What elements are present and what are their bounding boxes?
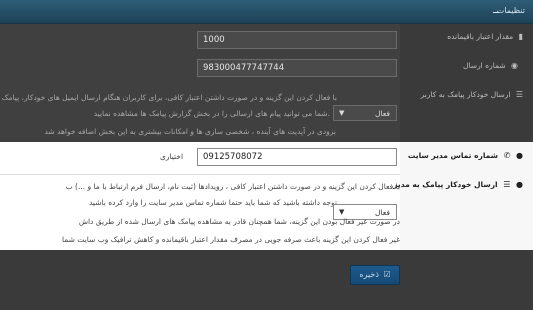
sidebar-item-admin-contact: شماره تماس مدیر سایت ✆ ● <box>408 151 523 160</box>
sidebar-item-sender-number: شماره ارسال ◉ <box>463 61 518 70</box>
user-sms-description-line-3: بزودی در آپدیت های آینده ، شخصی سازی ها … <box>44 127 336 136</box>
sidebar-item-credit: مقدار اعتبار باقیمانده ▮ <box>447 32 523 41</box>
phone-icon: ✆ <box>503 151 511 160</box>
bars-icon: ☰ <box>503 180 511 189</box>
admin-sms-select-value: فعال <box>375 208 390 217</box>
bars-icon: ☰ <box>515 90 523 99</box>
user-icon: ● <box>516 151 523 160</box>
auto-sms-admin-label: ارسال خودکار پیامک به مدیر <box>393 180 498 189</box>
signal-bars-icon: ▮ <box>518 32 523 41</box>
sidebar-item-auto-sms-admin: ارسال خودکار پیامک به مدیر ☰ ● <box>393 180 523 189</box>
admin-sms-section: شماره تماس مدیر سایت ✆ ● ارسال خودکار پی… <box>0 142 533 250</box>
auto-sms-user-label: ارسال خودکار پیامک به کاربر <box>420 90 511 99</box>
admin-phone-optional-label: اختیاری <box>160 152 184 161</box>
save-label: ذخیره <box>359 270 379 279</box>
admin-contact-label: شماره تماس مدیر سایت <box>407 151 499 160</box>
header-title: تنظیمات <box>496 6 525 15</box>
settings-header: تنظیمات <box>0 0 533 24</box>
upper-settings-section: مقدار اعتبار باقیمانده ▮ شماره ارسال ◉ ا… <box>0 24 533 142</box>
admin-sms-description-line-4: غیر فعال کردن این گزینه باعث صرفه جویی د… <box>62 235 400 244</box>
user-sms-select-value: فعال <box>375 109 390 118</box>
admin-sms-description-line-1: با فعال کردن این گزینه و در صورت داشتن ا… <box>65 182 400 191</box>
save-button[interactable]: ذخیره ☑ <box>350 265 400 285</box>
credit-input[interactable]: 1000 <box>197 31 397 49</box>
caret-down-icon: ▼ <box>339 208 345 216</box>
admin-sms-description-line-3: در صورت غیر فعال بودن این گزینه، شما همچ… <box>78 217 400 226</box>
section-divider <box>0 174 400 175</box>
user-sms-select[interactable]: فعال ▼ <box>333 105 397 121</box>
footer-area <box>0 250 533 310</box>
caret-down-icon: ▼ <box>339 109 345 117</box>
sender-number-input[interactable]: 983000477747744 <box>197 59 397 77</box>
admin-phone-input[interactable]: 09125708072 <box>197 148 397 166</box>
sidebar-item-auto-sms-user: ارسال خودکار پیامک به کاربر ☰ <box>421 90 523 99</box>
circle-arrow-icon: ◉ <box>511 61 518 70</box>
credit-label: مقدار اعتبار باقیمانده <box>447 32 514 41</box>
sender-number-label: شماره ارسال <box>463 61 506 70</box>
admin-sms-description-line-2: توجه داشته باشید که شما باید حتما شماره … <box>89 198 337 207</box>
check-square-icon: ☑ <box>383 270 391 279</box>
user-sms-description-line-2: شما می توانید پیام های ارسالی را در بخش … <box>93 109 330 118</box>
user-icon: ● <box>516 180 523 189</box>
user-sms-description-line-1: با فعال کردن این گزینه و در صورت داشتن ا… <box>1 93 337 102</box>
